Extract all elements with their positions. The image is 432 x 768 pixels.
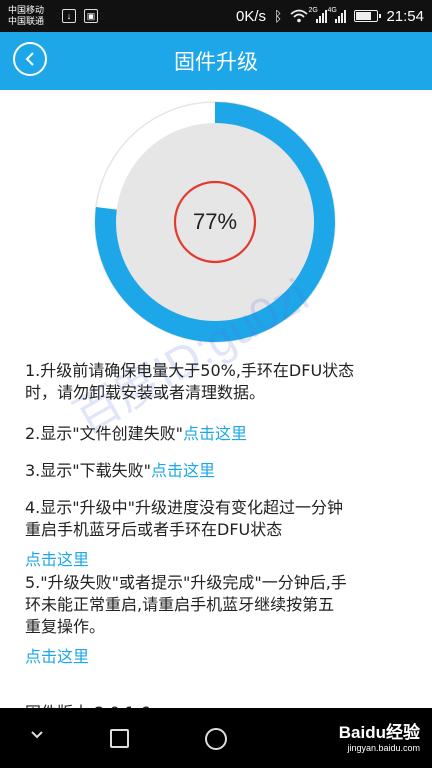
baidu-logo-text: Baidu经验 <box>338 723 420 742</box>
tip-1-line-2: 时，请勿卸载安装或者清理数据。 <box>25 383 266 402</box>
carrier-labels: 中国移动 中国联通 <box>8 5 56 27</box>
page-title: 固件升级 <box>174 50 258 74</box>
tip-5-line-3: 重复操作。 <box>25 617 106 636</box>
tip-2-link[interactable]: 点击这里 <box>183 424 247 443</box>
tip-3-text: 3.显示"下载失败" <box>25 461 151 480</box>
main-content: 77% 百度ID:gu0zi 1.升级前请确保电量大于50%,手环在DFU状态 … <box>0 90 432 722</box>
chevron-down-icon[interactable] <box>30 730 44 740</box>
chevron-left-icon <box>25 52 34 66</box>
image-notification-icon: ▣ <box>84 9 98 23</box>
tip-5-link[interactable]: 点击这里 <box>25 646 417 668</box>
tip-1-line-1: 1.升级前请确保电量大于50%,手环在DFU状态 <box>25 361 355 380</box>
tip-4: 4.显示"升级中"升级进度没有变化超过一分钟 重启手机蓝牙后或者手环在DFU状态… <box>25 497 417 571</box>
net-speed: 0K/s <box>236 7 267 25</box>
square-recents-icon[interactable] <box>110 729 129 748</box>
tip-1: 1.升级前请确保电量大于50%,手环在DFU状态 时，请勿卸载安装或者清理数据。 <box>25 360 417 404</box>
tip-5-line-2: 环未能正常重启,请重启手机蓝牙继续按第五 <box>25 595 335 614</box>
tip-3-link[interactable]: 点击这里 <box>151 461 215 480</box>
baidu-url: jingyan.baidu.com <box>347 743 420 753</box>
status-bar: 中国移动 中国联通 ↓ ▣ 0K/s ᛒ 2G 4G 21:54 <box>0 0 432 32</box>
tip-2: 2.显示"文件创建失败"点击这里 <box>25 423 417 445</box>
tip-5-line-1: 5."升级失败"或者提示"升级完成"一分钟后,手 <box>25 573 347 592</box>
tip-4-line-2: 重启手机蓝牙后或者手环在DFU状态 <box>25 520 283 539</box>
tip-4-link[interactable]: 点击这里 <box>25 549 417 571</box>
signal-4g-icon: 4G <box>327 7 347 23</box>
notification-icons: ↓ ▣ <box>62 9 98 23</box>
bluetooth-icon: ᛒ <box>274 8 283 24</box>
battery-icon <box>354 10 382 22</box>
tip-2-text: 2.显示"文件创建失败" <box>25 424 183 443</box>
clock: 21:54 <box>386 7 424 25</box>
back-button[interactable] <box>13 42 47 76</box>
system-nav-bar: Baidu经验 jingyan.baidu.com <box>0 708 432 768</box>
progress-percent: 77% <box>192 209 238 234</box>
download-notification-icon: ↓ <box>62 9 76 23</box>
carrier-1: 中国移动 <box>8 5 45 15</box>
tip-4-line-1: 4.显示"升级中"升级进度没有变化超过一分钟 <box>25 498 343 517</box>
app-header: 固件升级 <box>0 32 432 90</box>
signal-2g-icon: 2G <box>308 7 328 23</box>
tip-3: 3.显示"下载失败"点击这里 <box>25 460 417 482</box>
tip-5: 5."升级失败"或者提示"升级完成"一分钟后,手 环未能正常重启,请重启手机蓝牙… <box>25 572 417 668</box>
carrier-2: 中国联通 <box>8 16 45 26</box>
circle-home-icon[interactable] <box>205 728 227 750</box>
wifi-icon <box>290 9 309 23</box>
baidu-jingyan-logo: Baidu经验 jingyan.baidu.com <box>339 718 420 753</box>
